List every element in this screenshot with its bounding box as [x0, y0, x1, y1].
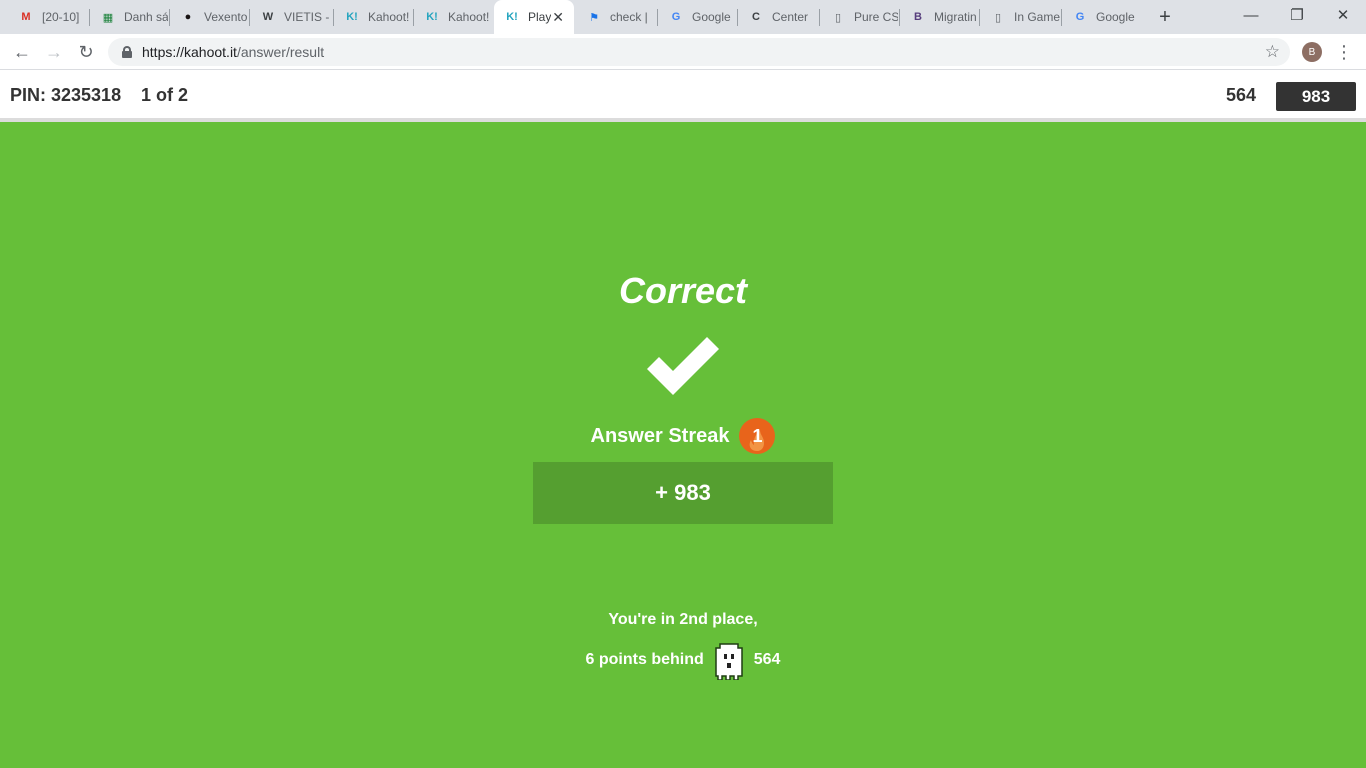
lock-icon [122, 46, 132, 58]
rival-score: 564 [1225, 85, 1256, 105]
browser-tab[interactable]: ▯ In Game [980, 0, 1060, 34]
game-header: PIN: 3235318 1 of 2 564 983 [0, 70, 1366, 122]
tab-title: Kahoot! [448, 10, 490, 24]
google-translate-icon: G [671, 11, 681, 23]
tab-title: [20-10] [42, 10, 80, 24]
answer-streak: Answer Streak 1 [0, 418, 1366, 454]
close-window-button[interactable]: ✕ [1320, 0, 1366, 30]
address-bar[interactable]: https://kahoot.it/answer/result ☆ [108, 38, 1290, 66]
tab-title: Center [772, 10, 809, 24]
c-icon: C [752, 11, 760, 23]
points-earned: + 983 [533, 462, 833, 524]
sheets-icon: ▦ [102, 11, 114, 24]
document-icon: ▯ [994, 11, 1002, 24]
new-tab-button[interactable]: + [1154, 6, 1176, 28]
back-icon[interactable]: ← [10, 40, 34, 64]
points-behind-row: 6 points behind 564 [0, 640, 1366, 680]
gmail-icon: M [21, 11, 31, 23]
profile-avatar[interactable]: B [1302, 42, 1322, 62]
browser-tab[interactable]: G Google [1062, 0, 1142, 34]
document-icon: ▯ [834, 11, 842, 24]
streak-flame-badge: 1 [739, 418, 776, 454]
browser-tab[interactable]: K! Play ✕ [494, 0, 574, 34]
url-text: https://kahoot.it/answer/result [142, 44, 325, 60]
forward-icon[interactable]: → [42, 40, 66, 64]
browser-tab[interactable]: C Center [738, 0, 818, 34]
close-tab-icon[interactable]: ✕ [552, 9, 564, 26]
bookmark-star-icon[interactable]: ☆ [1265, 42, 1280, 62]
tab-title: Google [1096, 10, 1135, 24]
reload-icon[interactable]: ↻ [74, 40, 98, 64]
kahoot-icon: K! [426, 11, 438, 23]
tab-title: Danh sá [124, 10, 168, 24]
ghost-avatar-icon [715, 643, 743, 680]
tab-title: Google [692, 10, 731, 24]
place-value: 2nd place [679, 611, 754, 628]
place-suffix: , [753, 611, 758, 628]
browser-menu-icon[interactable]: ⋮ [1335, 40, 1353, 64]
browser-tab[interactable]: M [20-10] [8, 0, 88, 34]
tab-title: Kahoot! [368, 10, 410, 24]
google-translate-icon: G [1075, 11, 1085, 23]
player-score: 983 [1276, 82, 1356, 111]
browser-toolbar: ← → ↻ https://kahoot.it/answer/result ☆ … [0, 34, 1366, 70]
question-counter: 1 of 2 [141, 85, 189, 105]
place-prefix: You're in [608, 611, 680, 628]
minimize-button[interactable]: — [1228, 0, 1274, 30]
wordpress-icon: W [262, 11, 274, 23]
kahoot-icon: K! [506, 11, 518, 23]
tab-title: Pure CS [854, 10, 898, 24]
place-text: You're in 2nd place, [0, 611, 1366, 629]
browser-tab[interactable]: B Migratin [900, 0, 978, 34]
browser-tab[interactable]: ▯ Pure CS [820, 0, 898, 34]
browser-tab[interactable]: G Google [658, 0, 736, 34]
result-title: Correct [618, 270, 748, 311]
restore-button[interactable]: ❐ [1274, 0, 1320, 30]
tab-title: In Game [1014, 10, 1060, 24]
browser-tab[interactable]: W VIETIS - [250, 0, 332, 34]
streak-count: 1 [752, 425, 763, 446]
points-behind-text: 6 points behind [585, 651, 704, 668]
tab-title: Vexento [204, 10, 248, 24]
tab-title: check | [610, 10, 648, 24]
tab-title: Play [528, 10, 552, 24]
bootstrap-icon: B [914, 11, 922, 23]
rival-avatar-score: 564 [753, 651, 781, 668]
spotify-icon: ● [184, 11, 192, 23]
kahoot-icon: K! [346, 11, 358, 23]
game-pin: PIN: 3235318 [10, 85, 122, 105]
tab-title: Migratin [934, 10, 977, 24]
flag-icon: ⚑ [589, 11, 599, 24]
browser-tab[interactable]: ● Vexento [170, 0, 248, 34]
browser-tab[interactable]: K! Kahoot! [414, 0, 492, 34]
browser-tab[interactable]: ▦ Danh sá [90, 0, 168, 34]
streak-label: Answer Streak [590, 424, 730, 447]
tab-title: VIETIS - [284, 10, 330, 24]
browser-tab[interactable]: ⚑ check | [576, 0, 656, 34]
browser-tab[interactable]: K! Kahoot! [334, 0, 412, 34]
checkmark-icon [647, 337, 719, 395]
